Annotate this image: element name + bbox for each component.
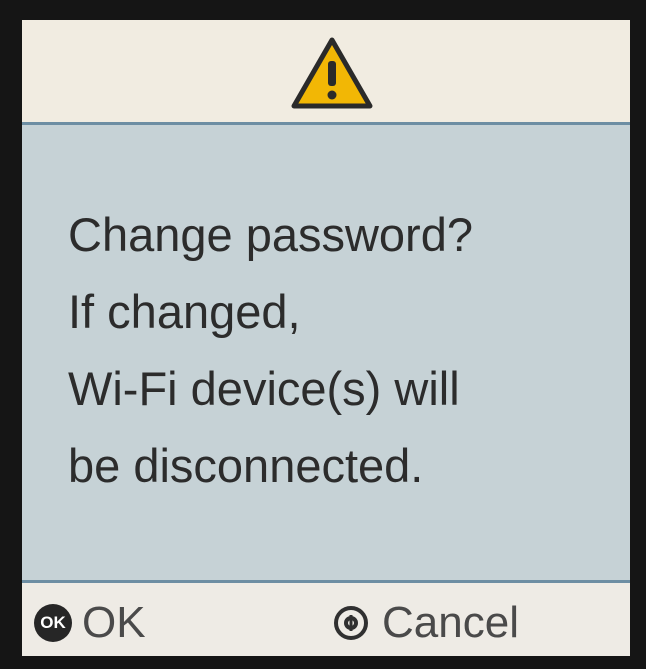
cancel-label: Cancel [382,598,519,647]
cancel-button[interactable]: Cancel [334,598,519,647]
ok-circle-icon: OK [34,604,72,642]
ok-button[interactable]: OK OK [34,598,146,647]
dialog-title-bar [22,20,630,125]
message-line: be disconnected. [68,439,424,492]
ok-label: OK [82,598,146,647]
warning-icon [291,37,373,109]
dialog-footer: OK OK Cancel [22,580,630,656]
dialog-message: Change password? If changed, Wi-Fi devic… [68,196,608,504]
message-line: Change password? [68,208,473,261]
message-line: If changed, [68,285,301,338]
message-line: Wi-Fi device(s) will [68,362,460,415]
cancel-circle-icon [334,606,368,640]
device-frame: Change password? If changed, Wi-Fi devic… [0,0,646,669]
printer-screen: Change password? If changed, Wi-Fi devic… [22,20,630,656]
